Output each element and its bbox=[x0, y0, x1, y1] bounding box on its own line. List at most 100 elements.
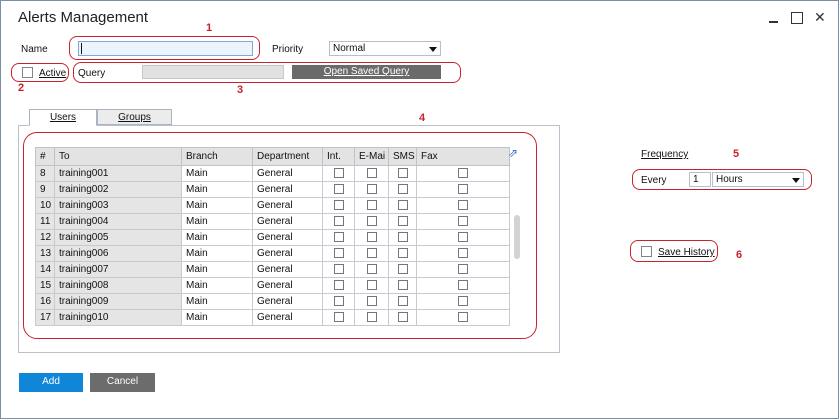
frequency-unit-select[interactable]: Hours bbox=[712, 172, 804, 187]
row-fax-checkbox[interactable] bbox=[458, 200, 468, 211]
row-sms-checkbox[interactable] bbox=[397, 264, 408, 275]
row-sms-checkbox[interactable] bbox=[397, 280, 408, 291]
row-branch: Main bbox=[181, 165, 253, 182]
row-int-checkbox[interactable] bbox=[333, 200, 344, 211]
expand-arrow-icon[interactable]: ⇗ bbox=[508, 147, 521, 160]
row-int-checkbox[interactable] bbox=[333, 296, 344, 307]
row-sms-checkbox[interactable] bbox=[397, 168, 408, 179]
row-email-cell bbox=[354, 261, 389, 278]
row-fax-checkbox[interactable] bbox=[458, 296, 468, 307]
col-header-fax[interactable]: Fax bbox=[416, 147, 510, 166]
tab-users[interactable]: Users bbox=[29, 109, 97, 126]
row-fax-checkbox[interactable] bbox=[458, 312, 468, 323]
row-number: 9 bbox=[35, 181, 55, 198]
col-header-department[interactable]: Department bbox=[252, 147, 323, 166]
row-int-checkbox[interactable] bbox=[333, 312, 344, 323]
row-to: training002 bbox=[54, 181, 182, 198]
row-email-checkbox[interactable] bbox=[366, 200, 377, 211]
row-int-checkbox[interactable] bbox=[333, 216, 344, 227]
col-header-branch[interactable]: Branch bbox=[181, 147, 253, 166]
row-branch: Main bbox=[181, 277, 253, 294]
row-sms-checkbox[interactable] bbox=[397, 216, 408, 227]
row-email-checkbox[interactable] bbox=[366, 312, 377, 323]
row-branch: Main bbox=[181, 197, 253, 214]
tab-groups[interactable]: Groups bbox=[97, 109, 172, 125]
row-department: General bbox=[252, 197, 323, 214]
row-email-checkbox[interactable] bbox=[366, 280, 377, 291]
row-fax-checkbox[interactable] bbox=[458, 264, 468, 275]
row-int-checkbox[interactable] bbox=[333, 232, 344, 243]
row-department: General bbox=[252, 213, 323, 230]
cancel-button[interactable]: Cancel bbox=[90, 373, 155, 392]
row-sms-checkbox[interactable] bbox=[397, 296, 408, 307]
minimize-icon[interactable] bbox=[767, 11, 781, 25]
row-fax-checkbox[interactable] bbox=[458, 168, 468, 179]
maximize-icon[interactable] bbox=[790, 11, 804, 25]
grid-header-row: # To Branch Department Int. E-Mai SMS Fa… bbox=[35, 147, 510, 166]
row-sms-checkbox[interactable] bbox=[397, 248, 408, 259]
row-department: General bbox=[252, 261, 323, 278]
row-int-checkbox[interactable] bbox=[333, 248, 344, 259]
row-fax-cell bbox=[416, 293, 510, 310]
row-sms-checkbox[interactable] bbox=[397, 184, 408, 195]
row-email-checkbox[interactable] bbox=[366, 296, 377, 307]
row-email-checkbox[interactable] bbox=[366, 248, 377, 259]
every-label: Every bbox=[641, 175, 667, 186]
row-email-checkbox[interactable] bbox=[366, 184, 377, 195]
name-input[interactable] bbox=[78, 41, 253, 56]
row-fax-checkbox[interactable] bbox=[458, 232, 468, 243]
col-header-sms[interactable]: SMS bbox=[388, 147, 417, 166]
row-int-checkbox[interactable] bbox=[333, 264, 344, 275]
row-sms-checkbox[interactable] bbox=[397, 200, 408, 211]
col-header-to[interactable]: To bbox=[54, 147, 182, 166]
row-int-checkbox[interactable] bbox=[333, 184, 344, 195]
row-department: General bbox=[252, 245, 323, 262]
col-header-email[interactable]: E-Mai bbox=[354, 147, 389, 166]
row-fax-checkbox[interactable] bbox=[458, 184, 468, 195]
row-sms-checkbox[interactable] bbox=[397, 312, 408, 323]
table-row[interactable]: 12 training005 Main General bbox=[35, 229, 510, 246]
close-icon[interactable]: ✕ bbox=[814, 10, 828, 25]
alerts-management-window: Alerts Management ✕ Name 1 Priority Norm… bbox=[0, 0, 839, 419]
row-fax-cell bbox=[416, 245, 510, 262]
table-row[interactable]: 11 training004 Main General bbox=[35, 213, 510, 230]
row-branch: Main bbox=[181, 229, 253, 246]
recipients-grid: # To Branch Department Int. E-Mai SMS Fa… bbox=[35, 147, 510, 326]
query-field[interactable] bbox=[142, 65, 284, 79]
priority-select[interactable]: Normal bbox=[329, 41, 441, 56]
row-fax-checkbox[interactable] bbox=[458, 216, 468, 227]
annotation-marker-5: 5 bbox=[733, 148, 740, 160]
col-header-int[interactable]: Int. bbox=[322, 147, 355, 166]
row-sms-checkbox[interactable] bbox=[397, 232, 408, 243]
row-fax-checkbox[interactable] bbox=[458, 280, 468, 291]
row-branch: Main bbox=[181, 261, 253, 278]
table-row[interactable]: 8 training001 Main General bbox=[35, 165, 510, 182]
table-row[interactable]: 14 training007 Main General bbox=[35, 261, 510, 278]
row-int-checkbox[interactable] bbox=[333, 168, 344, 179]
active-checkbox[interactable] bbox=[22, 67, 33, 78]
col-header-num[interactable]: # bbox=[35, 147, 55, 166]
open-saved-query-button[interactable]: Open Saved Query bbox=[292, 65, 441, 79]
row-email-checkbox[interactable] bbox=[366, 216, 377, 227]
row-email-checkbox[interactable] bbox=[366, 232, 377, 243]
row-branch: Main bbox=[181, 309, 253, 326]
grid-scrollbar[interactable] bbox=[514, 215, 520, 259]
table-row[interactable]: 15 training008 Main General bbox=[35, 277, 510, 294]
table-row[interactable]: 13 training006 Main General bbox=[35, 245, 510, 262]
save-history-checkbox[interactable] bbox=[641, 246, 652, 257]
row-number: 17 bbox=[35, 309, 55, 326]
row-department: General bbox=[252, 229, 323, 246]
row-email-checkbox[interactable] bbox=[366, 264, 377, 275]
table-row[interactable]: 9 training002 Main General bbox=[35, 181, 510, 198]
table-row[interactable]: 17 training010 Main General bbox=[35, 309, 510, 326]
row-sms-cell bbox=[388, 213, 417, 230]
row-email-checkbox[interactable] bbox=[366, 168, 377, 179]
row-fax-checkbox[interactable] bbox=[458, 248, 468, 259]
every-input[interactable]: 1 bbox=[689, 172, 711, 187]
row-number: 12 bbox=[35, 229, 55, 246]
table-row[interactable]: 16 training009 Main General bbox=[35, 293, 510, 310]
table-row[interactable]: 10 training003 Main General bbox=[35, 197, 510, 214]
row-int-checkbox[interactable] bbox=[333, 280, 344, 291]
row-int-cell bbox=[322, 197, 355, 214]
add-button[interactable]: Add bbox=[19, 373, 83, 392]
